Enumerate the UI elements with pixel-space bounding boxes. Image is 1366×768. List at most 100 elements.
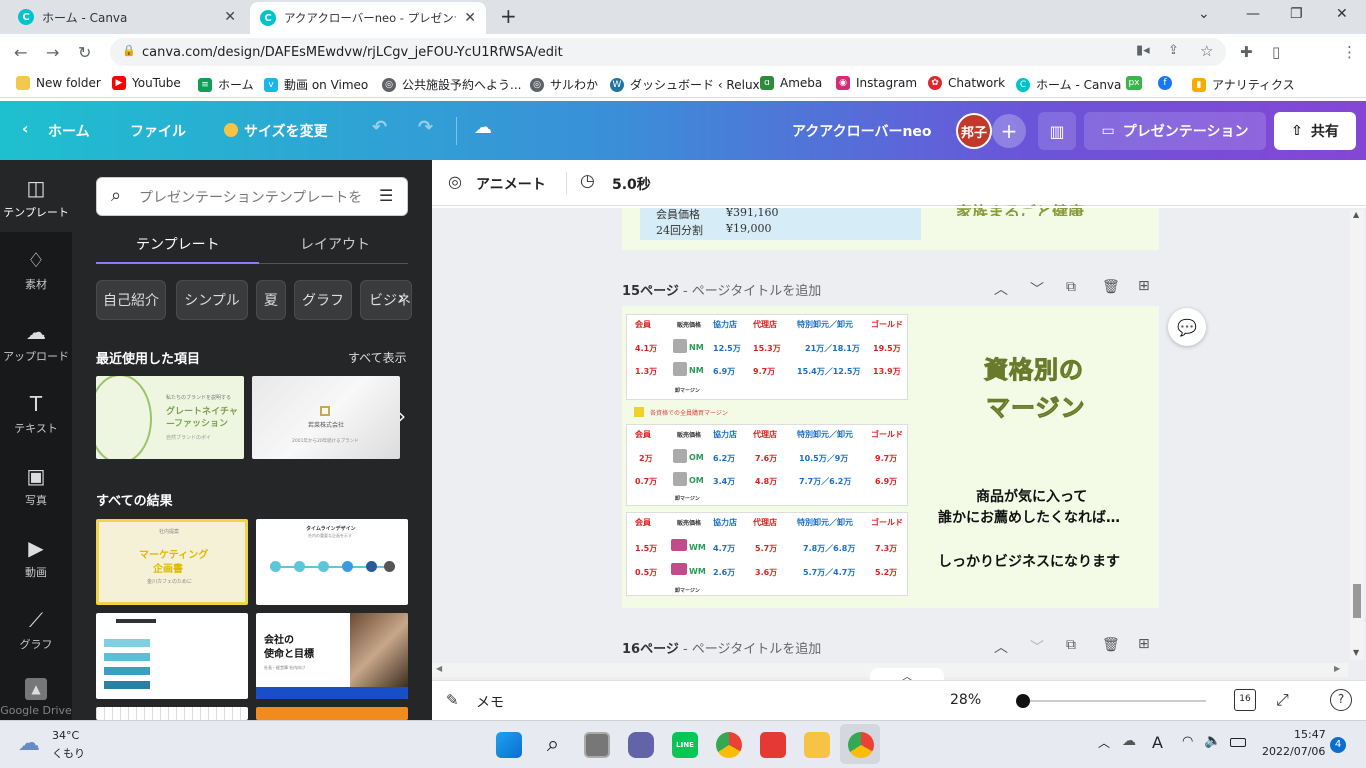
show-hidden-icons[interactable]: ︿ — [1098, 734, 1110, 751]
file-menu[interactable]: ファイル — [130, 121, 186, 141]
share-button[interactable]: ⇧ 共有 — [1274, 112, 1356, 150]
tab-templates[interactable]: テンプレート — [136, 234, 220, 254]
close-tab-icon[interactable]: ✕ — [464, 10, 476, 26]
tab-layouts[interactable]: レイアウト — [300, 234, 370, 254]
bookmark-px[interactable]: px — [1126, 76, 1148, 90]
page-count-button[interactable]: 16 — [1234, 689, 1256, 711]
file-explorer-icon[interactable] — [804, 732, 830, 758]
notes-button[interactable]: メモ — [476, 692, 504, 712]
chip-summer[interactable]: 夏 — [256, 280, 286, 320]
recent-thumb-nature[interactable]: 私たちのブランドを説明する グレートネイチャー ファッション 自然ブランドのポイ — [96, 376, 244, 459]
chips-next-icon[interactable]: › — [398, 288, 404, 307]
delete-page-icon[interactable]: 🗑 — [1102, 279, 1120, 295]
bookmark-facebook[interactable]: f — [1158, 76, 1178, 90]
scrollbar-thumb[interactable] — [1353, 584, 1361, 618]
insights-icon[interactable]: ▥ — [1038, 112, 1076, 150]
bookmark-saruwaka[interactable]: ◎ サルわか — [530, 76, 598, 93]
close-tab-icon[interactable]: ✕ — [224, 9, 236, 25]
move-down-icon[interactable]: ﹀ — [1030, 279, 1044, 299]
bookmark-dashboard[interactable]: W ダッシュボード ‹ Relux... — [610, 76, 771, 93]
temperature[interactable]: 34°C — [52, 729, 79, 742]
page-title-field[interactable]: - ページタイトルを追加 — [683, 284, 821, 299]
page-title-field[interactable]: - ページタイトルを追加 — [683, 642, 821, 657]
rail-item-elements[interactable]: ♢ 素材 — [0, 248, 72, 292]
undo-icon[interactable]: ↶ — [372, 117, 387, 138]
wifi-icon[interactable]: ◠ — [1182, 734, 1193, 749]
delete-page-icon[interactable]: 🗑 — [1102, 637, 1120, 653]
clock-time[interactable]: 15:47 — [1294, 728, 1326, 741]
result-thumb-timeline[interactable]: タイムラインデザイン 社内の重要な企画を示す — [256, 519, 408, 605]
avatar[interactable]: 邦子 — [956, 113, 992, 149]
close-window-icon[interactable]: ✕ — [1336, 6, 1348, 22]
onedrive-icon[interactable]: ☁ — [1122, 733, 1136, 749]
back-home-icon[interactable]: ‹ — [22, 119, 29, 138]
volume-icon[interactable]: 🔈 — [1204, 733, 1221, 749]
clock-icon[interactable]: ◷ — [580, 171, 595, 191]
resize-button[interactable]: サイズを変更 — [244, 121, 328, 141]
url-field[interactable]: 🔒 canva.com/design/DAFEsMEwdvw/rjLCgv_je… — [110, 38, 1226, 66]
reload-icon[interactable]: ↻ — [78, 43, 91, 62]
move-up-icon[interactable]: ︿ — [994, 279, 1008, 299]
home-button[interactable]: ホーム — [48, 121, 90, 141]
show-all-link[interactable]: すべて表示 — [348, 349, 407, 366]
teams-chat-icon[interactable] — [628, 732, 654, 758]
bookmark-ameba[interactable]: ɑ Ameba — [760, 76, 822, 90]
help-icon[interactable]: ? — [1330, 689, 1352, 711]
gift-icon[interactable] — [760, 732, 786, 758]
result-thumb-orange[interactable] — [256, 707, 408, 720]
chip-graph[interactable]: グラフ — [294, 280, 352, 320]
zoom-slider-handle[interactable] — [1016, 694, 1030, 708]
rail-item-videos[interactable]: ▶ 動画 — [0, 536, 72, 580]
weather-icon[interactable]: ☁ — [18, 731, 40, 756]
weather-text[interactable]: くもり — [52, 745, 85, 761]
bookmark-facility[interactable]: ◎ 公共施設予約へよう... — [382, 76, 521, 93]
menu-icon[interactable]: ⋮ — [1342, 43, 1357, 61]
vertical-scrollbar[interactable]: ▲ ▼ — [1350, 210, 1364, 660]
bookmark-instagram[interactable]: ◉ Instagram — [836, 76, 917, 90]
chrome-icon[interactable] — [716, 732, 742, 758]
slide-14-partial[interactable]: 会員価格 ¥391,160 24回分割 ¥19,000 家族まるごと健康 — [622, 203, 1159, 250]
add-page-icon[interactable]: ⊞ — [1138, 636, 1150, 652]
rail-item-photos[interactable]: ▣ 写真 — [0, 464, 72, 508]
zoom-slider[interactable] — [1016, 694, 1206, 708]
result-thumb-grid[interactable] — [96, 707, 248, 720]
add-comment-button[interactable]: 💬 — [1168, 308, 1206, 346]
move-up-icon[interactable]: ︿ — [994, 637, 1008, 657]
animate-button[interactable]: アニメート — [476, 174, 546, 194]
forward-icon[interactable]: → — [46, 43, 59, 62]
bookmark-new-folder[interactable]: New folder — [16, 76, 101, 90]
redo-icon[interactable]: ↷ — [418, 117, 433, 138]
duration-button[interactable]: 5.0秒 — [612, 174, 651, 194]
back-icon[interactable]: ← — [14, 43, 27, 62]
template-search-input[interactable]: ⌕ プレゼンテーションテンプレートを ☰ — [96, 177, 408, 216]
scroll-right-icon[interactable]: ▶ — [1334, 664, 1340, 673]
chip-self-intro[interactable]: 自己紹介 — [96, 280, 166, 320]
cast-icon[interactable]: ▮◂ — [1136, 43, 1150, 58]
bookmark-analytics[interactable]: ▮ アナリティクス — [1192, 76, 1295, 93]
share-page-icon[interactable]: ⇪ — [1168, 43, 1179, 58]
bookmark-canva-home[interactable]: C ホーム - Canva — [1016, 76, 1121, 93]
notes-icon[interactable]: ✎ — [446, 691, 459, 709]
invite-button[interactable]: + — [992, 114, 1026, 148]
present-button[interactable]: ▭ プレゼンテーション — [1084, 112, 1266, 150]
bookmark-vimeo[interactable]: v 動画 on Vimeo — [264, 76, 368, 93]
scroll-up-icon[interactable]: ▲ — [1353, 210, 1359, 219]
rail-item-charts[interactable]: ⟋ グラフ — [0, 608, 72, 652]
search-icon[interactable]: ⌕ — [540, 732, 566, 758]
new-tab-button[interactable]: + — [500, 4, 517, 28]
scroll-left-icon[interactable]: ◀ — [436, 664, 442, 673]
rail-item-text[interactable]: T テキスト — [0, 392, 72, 436]
windows-start-icon[interactable] — [496, 732, 522, 758]
battery-icon[interactable] — [1230, 738, 1246, 747]
design-title[interactable]: アクアクローバーneo — [792, 121, 932, 141]
bookmark-home[interactable]: ≡ ホーム — [198, 76, 254, 93]
rail-item-uploads[interactable]: ☁ アップロード — [0, 320, 72, 364]
rail-item-google-drive[interactable]: ▲ Google Drive — [0, 678, 72, 720]
task-view-icon[interactable] — [584, 732, 610, 758]
bookmark-youtube[interactable]: ▶ YouTube — [112, 76, 181, 90]
fullscreen-icon[interactable]: ⤢ — [1276, 690, 1289, 710]
animate-icon[interactable]: ◎ — [448, 172, 462, 191]
add-page-icon[interactable]: ⊞ — [1138, 278, 1150, 294]
recent-next-icon[interactable]: › — [398, 404, 406, 428]
bookmark-star-icon[interactable]: ☆ — [1200, 42, 1213, 60]
